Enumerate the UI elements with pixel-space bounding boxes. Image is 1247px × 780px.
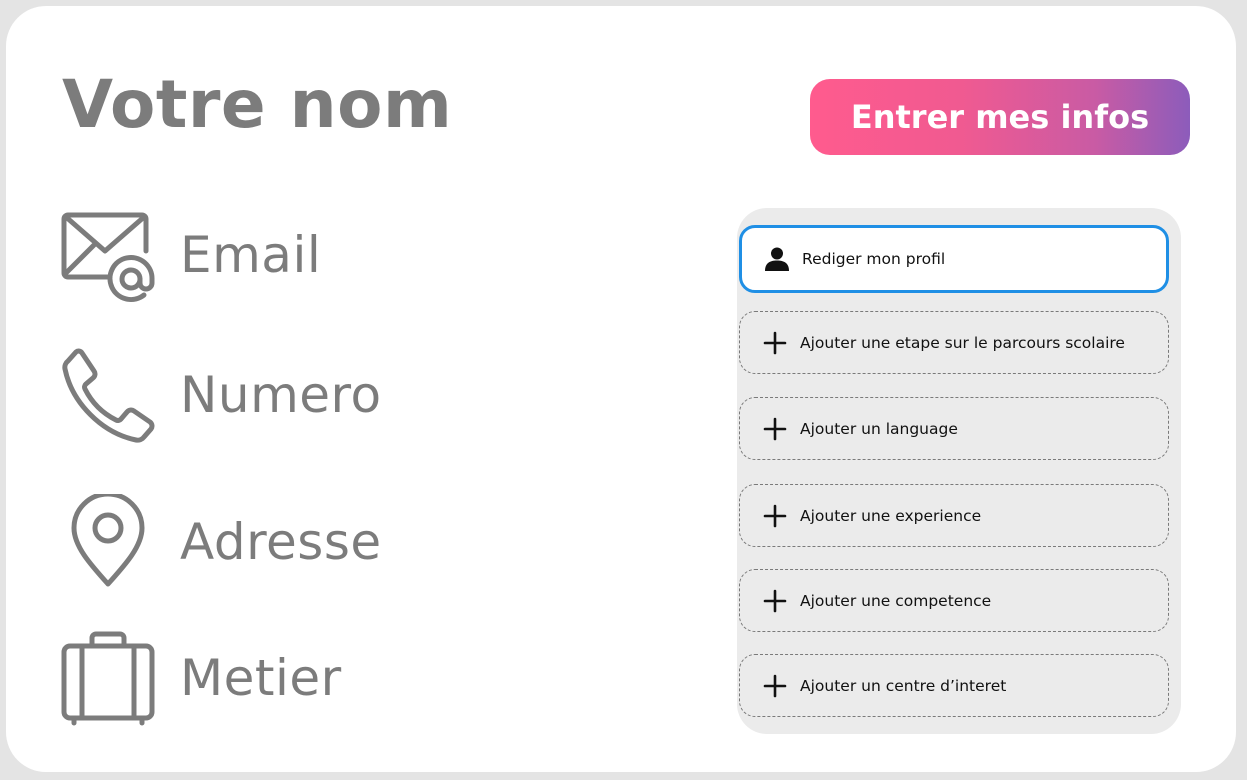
plus-icon [760,414,790,444]
add-interest-item[interactable]: Ajouter un centre d’interet [739,654,1169,717]
job-label: Metier [180,649,342,707]
email-icon [60,207,156,303]
briefcase-icon [60,630,156,726]
write-profile-item[interactable]: Rediger mon profil [739,225,1169,293]
email-label: Email [180,226,322,284]
plus-icon [760,328,790,358]
profile-name[interactable]: Votre nom [62,72,452,138]
add-school-step-label: Ajouter une etape sur le parcours scolai… [800,333,1125,352]
enter-info-button[interactable]: Entrer mes infos [810,79,1190,155]
address-row[interactable]: Adresse [60,494,382,590]
user-icon [762,244,792,274]
sections-panel: Rediger mon profil Ajouter une etape sur… [737,208,1181,734]
add-skill-label: Ajouter une competence [800,591,992,610]
address-label: Adresse [180,513,382,571]
phone-row[interactable]: Numero [60,347,382,443]
add-interest-label: Ajouter un centre d’interet [800,676,1007,695]
add-language-label: Ajouter un language [800,419,958,438]
plus-icon [760,586,790,616]
add-skill-item[interactable]: Ajouter une competence [739,569,1169,632]
add-school-step-item[interactable]: Ajouter une etape sur le parcours scolai… [739,311,1169,374]
phone-icon [60,347,156,443]
add-language-item[interactable]: Ajouter un language [739,397,1169,460]
plus-icon [760,501,790,531]
job-row[interactable]: Metier [60,630,342,726]
add-experience-label: Ajouter une experience [800,506,982,525]
write-profile-label: Rediger mon profil [802,250,946,268]
email-row[interactable]: Email [60,207,321,303]
phone-label: Numero [180,366,382,424]
location-pin-icon [60,494,156,590]
profile-card: Votre nom Email Numero Adresse Metier En… [6,6,1236,772]
add-experience-item[interactable]: Ajouter une experience [739,484,1169,547]
plus-icon [760,671,790,701]
